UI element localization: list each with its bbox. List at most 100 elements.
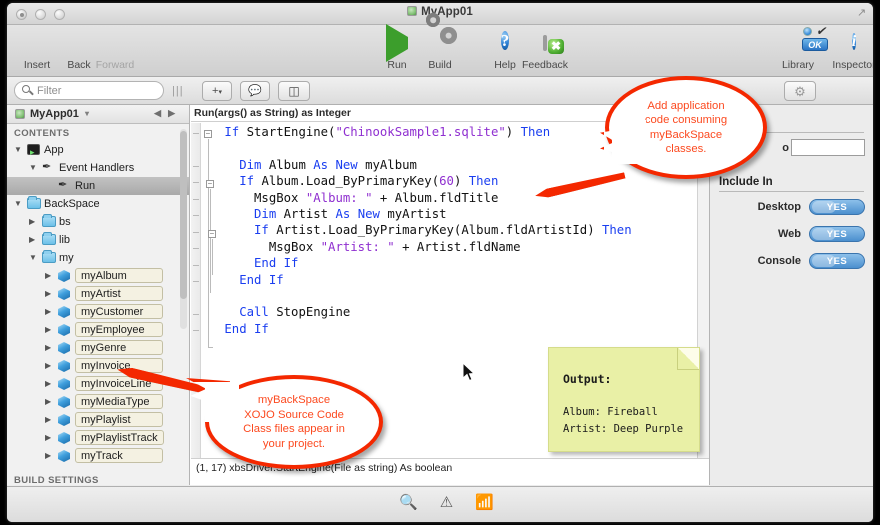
chevron-right-icon[interactable] bbox=[45, 321, 51, 339]
tree-item-label: bs bbox=[59, 213, 71, 231]
tree-item-label: App bbox=[44, 141, 64, 159]
chevron-right-icon[interactable] bbox=[45, 393, 51, 411]
code-token: End If bbox=[254, 256, 298, 270]
chevron-down-icon[interactable] bbox=[14, 195, 22, 213]
tree-item-backspace[interactable]: BackSpace bbox=[7, 195, 189, 213]
tree-item-label: Run bbox=[75, 177, 95, 195]
tree-item-myinvoice[interactable]: myInvoice bbox=[7, 357, 189, 375]
code-token: Album.Load_ByPrimaryKey( bbox=[261, 174, 439, 188]
tree-item-event handlers[interactable]: ✒Event Handlers bbox=[7, 159, 189, 177]
toolbar-button-build[interactable]: Build bbox=[412, 27, 468, 71]
editor-gutter bbox=[191, 123, 201, 458]
toggle-web[interactable]: YES bbox=[809, 226, 865, 242]
chevron-right-icon[interactable] bbox=[29, 231, 35, 249]
tree-item-run[interactable]: ✒Run bbox=[7, 177, 189, 195]
chevron-down-icon[interactable] bbox=[29, 159, 37, 177]
app-icon bbox=[27, 144, 40, 155]
toolbar-button-feedback[interactable]: ✖ Feedback bbox=[517, 27, 573, 71]
folder-icon bbox=[42, 216, 56, 227]
chevron-down-icon[interactable] bbox=[29, 249, 37, 267]
inspector-text-field[interactable] bbox=[791, 139, 865, 156]
chevron-right-icon[interactable] bbox=[45, 267, 51, 285]
chevron-right-icon[interactable] bbox=[45, 375, 51, 393]
tree-item-myartist[interactable]: myArtist bbox=[7, 285, 189, 303]
tree-item-myplaylist[interactable]: myPlaylist bbox=[7, 411, 189, 429]
build-settings-header: BUILD SETTINGS bbox=[7, 471, 189, 485]
class-icon bbox=[58, 396, 70, 408]
chevron-right-icon[interactable] bbox=[45, 303, 51, 321]
class-icon bbox=[58, 270, 70, 282]
tree-item-label: myAlbum bbox=[75, 268, 163, 283]
tree-item-lib[interactable]: lib bbox=[7, 231, 189, 249]
tree-item-app[interactable]: App bbox=[7, 141, 189, 159]
comment-button[interactable]: 💬 bbox=[240, 81, 270, 101]
inspector-toggle-label: Console bbox=[758, 255, 801, 267]
annotation-tail-mask bbox=[205, 382, 239, 422]
chevron-down-icon: ▾ bbox=[218, 89, 222, 96]
toolbar-button-forward[interactable]: Forward bbox=[87, 27, 143, 71]
code-token: StartEngine( bbox=[247, 125, 336, 139]
code-token: "Album: " bbox=[306, 191, 373, 205]
chevron-right-icon[interactable] bbox=[45, 339, 51, 357]
tree-item-mycustomer[interactable]: myCustomer bbox=[7, 303, 189, 321]
output-sticky-note: Output: Album: Fireball Artist: Deep Pur… bbox=[548, 347, 700, 452]
settings-gear-button[interactable]: ⚙ bbox=[784, 81, 816, 101]
chevron-right-icon[interactable] bbox=[45, 285, 51, 303]
chevron-down-icon[interactable] bbox=[14, 141, 22, 159]
tree-item-label: myInvoice bbox=[75, 358, 163, 373]
warning-icon[interactable]: ⚠ bbox=[440, 494, 453, 512]
resize-corner-icon[interactable]: ↗ bbox=[857, 7, 869, 19]
tree-item-my[interactable]: my bbox=[7, 249, 189, 267]
code-token: MsgBox bbox=[269, 240, 321, 254]
class-icon bbox=[58, 414, 70, 426]
tree-item-mymediatype[interactable]: myMediaType bbox=[7, 393, 189, 411]
chevron-right-icon[interactable] bbox=[45, 411, 51, 429]
project-header-row[interactable]: MyApp01 ▾ ◀▶ bbox=[7, 105, 189, 124]
tree-item-myalbum[interactable]: myAlbum bbox=[7, 267, 189, 285]
class-icon bbox=[58, 288, 70, 300]
inspector-info-icon: i bbox=[824, 27, 873, 59]
code-line: If Artist.Load_ByPrimaryKey(Album.fldArt… bbox=[217, 222, 697, 238]
broadcast-icon[interactable]: 📶 bbox=[475, 494, 494, 512]
tree-item-mygenre[interactable]: myGenre bbox=[7, 339, 189, 357]
forward-arrow-icon bbox=[87, 27, 143, 59]
sidebar-resize-grip[interactable]: ||| bbox=[172, 85, 184, 97]
toolbar-button-library[interactable]: ✔OK Library bbox=[770, 27, 826, 71]
history-nav[interactable]: ◀▶ bbox=[154, 108, 182, 119]
code-token: Artist.Load_ByPrimaryKey(Album.fldArtist… bbox=[276, 223, 602, 237]
tree-item-myemployee[interactable]: myEmployee bbox=[7, 321, 189, 339]
search-icon[interactable]: 🔍 bbox=[399, 494, 418, 512]
method-signature: Run(args() as String) as Integer bbox=[194, 107, 351, 119]
tree-item-myplaylisttrack[interactable]: myPlaylistTrack bbox=[7, 429, 189, 447]
code-token: Dim bbox=[239, 158, 269, 172]
layout-button[interactable]: ◫ bbox=[278, 81, 310, 101]
chevron-right-icon[interactable] bbox=[29, 213, 35, 231]
code-token: End If bbox=[224, 322, 268, 336]
sidebar-scrollbar[interactable] bbox=[180, 129, 187, 329]
code-line: Call StopEngine bbox=[217, 304, 697, 320]
code-token: Then bbox=[521, 125, 551, 139]
chevron-down-icon[interactable]: ▾ bbox=[85, 109, 89, 118]
add-button[interactable]: +▾ bbox=[202, 81, 232, 101]
toggle-desktop[interactable]: YES bbox=[809, 199, 865, 215]
chevron-right-icon[interactable] bbox=[45, 447, 51, 465]
class-icon bbox=[58, 360, 70, 372]
inspector-toggle-list: DesktopYESWebYESConsoleYES bbox=[710, 197, 873, 273]
tree-item-bs[interactable]: bs bbox=[7, 213, 189, 231]
toggle-console[interactable]: YES bbox=[809, 253, 865, 269]
chevron-right-icon[interactable] bbox=[45, 429, 51, 447]
inspector-row-console: Console YES bbox=[710, 251, 873, 273]
build-gears-icon bbox=[412, 27, 468, 59]
tree-item-label: myEmployee bbox=[75, 322, 163, 337]
code-token: Then bbox=[469, 174, 499, 188]
toolbar-label-build: Build bbox=[412, 60, 468, 71]
gear-icon: ⚙ bbox=[794, 84, 806, 99]
class-icon bbox=[58, 432, 70, 444]
code-token: + Album.fldTitle bbox=[373, 191, 499, 205]
tree-item-mytrack[interactable]: myTrack bbox=[7, 447, 189, 465]
search-input[interactable]: Filter bbox=[14, 81, 164, 100]
toolbar-button-inspector[interactable]: i Inspector bbox=[824, 27, 873, 71]
chevron-right-icon[interactable] bbox=[45, 357, 51, 375]
folder-icon bbox=[42, 252, 56, 263]
tree-item-label: myTrack bbox=[75, 448, 163, 463]
